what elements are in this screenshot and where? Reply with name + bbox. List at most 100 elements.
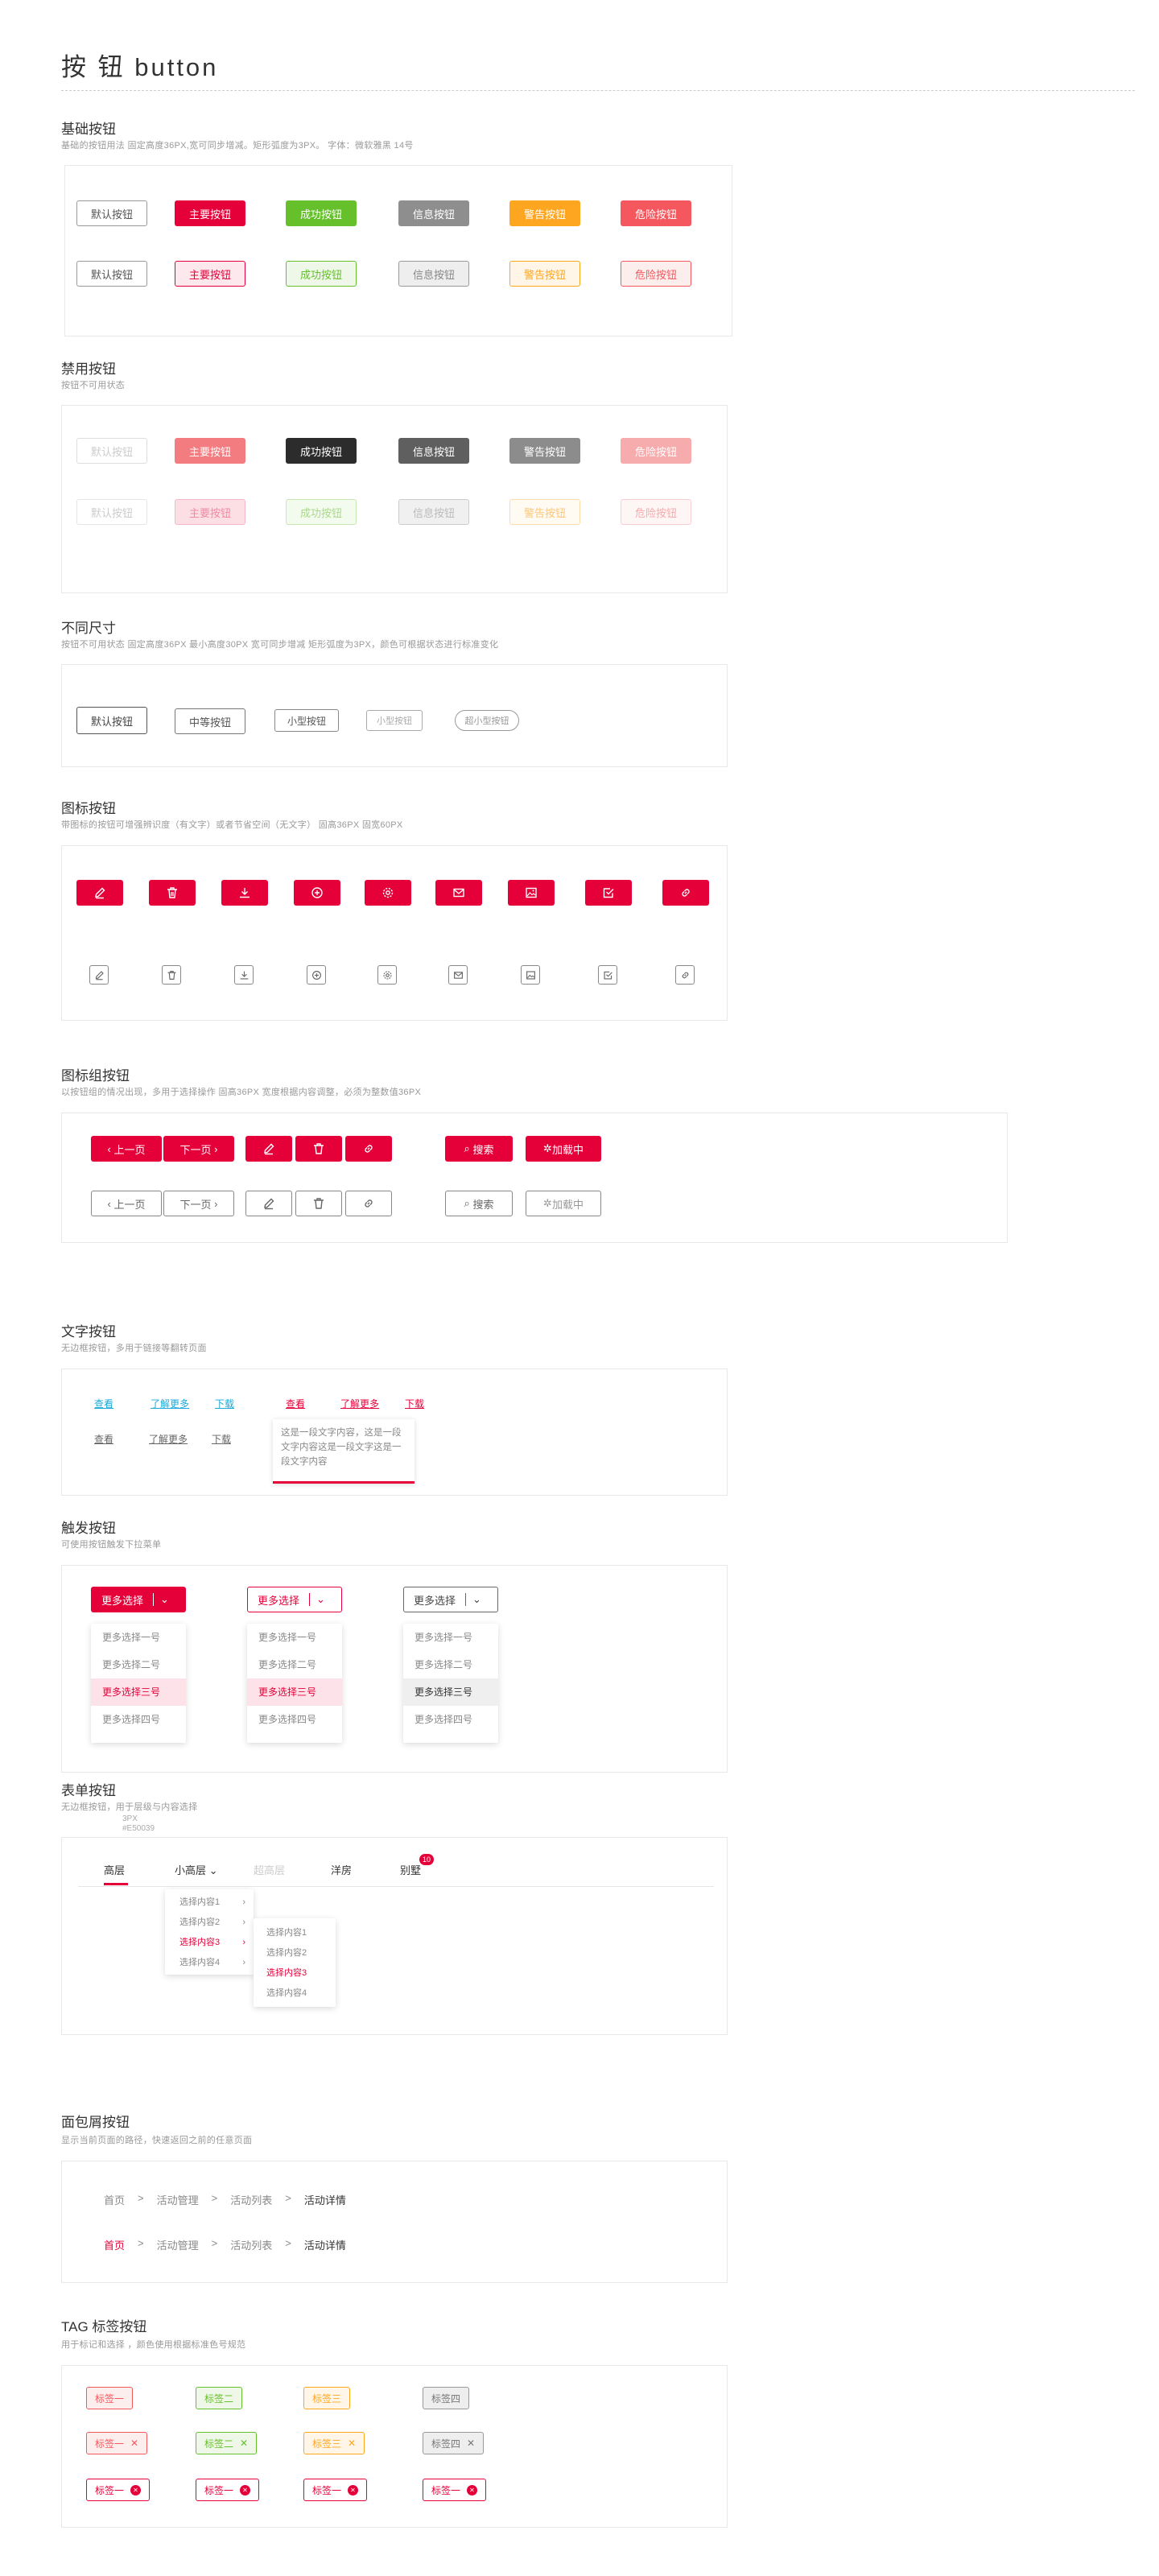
cascade-item[interactable]: 选择内容1 ›: [165, 1893, 254, 1913]
close-circle-icon[interactable]: ✕: [130, 2484, 142, 2496]
size-small-button[interactable]: 小型按钮: [274, 709, 339, 732]
breadcrumb-home[interactable]: 首页: [104, 2192, 125, 2207]
next-page-button[interactable]: 下一页 ›: [163, 1136, 234, 1162]
info-button[interactable]: 信息按钮: [398, 200, 469, 226]
tag-gray-closable[interactable]: 标签四 ✕: [423, 2432, 485, 2454]
breadcrumb-activity-manage[interactable]: 活动管理: [157, 2192, 199, 2207]
loading-button[interactable]: ✲ 加载中: [526, 1136, 601, 1162]
size-default-button[interactable]: 默认按钮: [76, 707, 147, 734]
tag-red-closable[interactable]: 标签一 ✕: [86, 2432, 148, 2454]
tab-villa[interactable]: 别墅: [400, 1862, 421, 1877]
view-link-primary[interactable]: 查看: [286, 1397, 305, 1410]
warning-plain-button[interactable]: 警告按钮: [509, 261, 580, 287]
breadcrumb-home[interactable]: 首页: [104, 2237, 125, 2252]
dropdown-item-active[interactable]: 更多选择三号: [403, 1678, 498, 1706]
check-icon-small-button[interactable]: [598, 965, 617, 985]
success-plain-button[interactable]: 成功按钮: [286, 261, 357, 287]
tag-red[interactable]: 标签一: [86, 2387, 134, 2409]
warning-button[interactable]: 警告按钮: [509, 200, 580, 226]
edit-icon-small-button[interactable]: [89, 965, 109, 985]
prev-page-button[interactable]: ‹ 上一页: [91, 1136, 162, 1162]
trash-icon-button[interactable]: [149, 880, 196, 906]
view-link[interactable]: 查看: [94, 1397, 113, 1410]
learn-more-link[interactable]: 了解更多: [151, 1397, 189, 1410]
size-mini-button[interactable]: 小型按钮: [366, 710, 423, 731]
dropdown-item[interactable]: 更多选择二号: [403, 1651, 498, 1678]
check-icon-button[interactable]: [585, 880, 632, 906]
dropdown-item[interactable]: 更多选择一号: [403, 1624, 498, 1651]
cascade-item[interactable]: 选择内容2 ›: [165, 1913, 254, 1933]
dropdown-item[interactable]: 更多选择四号: [91, 1706, 186, 1733]
mail-icon-button[interactable]: [435, 880, 482, 906]
breadcrumb-activity-list[interactable]: 活动列表: [230, 2237, 272, 2252]
dropdown-item[interactable]: 更多选择一号: [247, 1624, 342, 1651]
gear-icon-small-button[interactable]: [377, 965, 397, 985]
dropdown-item[interactable]: 更多选择一号: [91, 1624, 186, 1651]
cascade-item-active[interactable]: 选择内容3: [254, 1963, 336, 1984]
tag-green-closable[interactable]: 标签二 ✕: [196, 2432, 258, 2454]
dropdown-item-active[interactable]: 更多选择三号: [247, 1678, 342, 1706]
close-icon[interactable]: ✕: [240, 2438, 248, 2449]
cascade-item-active[interactable]: 选择内容3 ›: [165, 1933, 254, 1953]
tag-primary-closable[interactable]: 标签一 ✕: [86, 2479, 151, 2501]
more-select-button-plain[interactable]: 更多选择 ⌄: [247, 1587, 342, 1612]
group-trash-button[interactable]: [295, 1136, 342, 1162]
tab-house[interactable]: 洋房: [331, 1862, 352, 1877]
default-button[interactable]: 默认按钮: [76, 200, 147, 226]
learn-more-link-primary[interactable]: 了解更多: [340, 1397, 379, 1410]
view-link-default[interactable]: 查看: [94, 1432, 113, 1446]
image-icon-small-button[interactable]: [521, 965, 540, 985]
danger-button[interactable]: 危险按钮: [621, 200, 691, 226]
gear-icon-button[interactable]: [365, 880, 411, 906]
group-link-plain-button[interactable]: [345, 1191, 392, 1216]
dropdown-item[interactable]: 更多选择四号: [247, 1706, 342, 1733]
breadcrumb-activity-manage[interactable]: 活动管理: [157, 2237, 199, 2252]
size-round-button[interactable]: 超小型按钮: [455, 710, 519, 731]
info-plain-button[interactable]: 信息按钮: [398, 261, 469, 287]
download-icon-small-button[interactable]: [234, 965, 254, 985]
learn-more-link-default[interactable]: 了解更多: [149, 1432, 188, 1446]
primary-plain-button[interactable]: 主要按钮: [175, 261, 245, 287]
cascade-item[interactable]: 选择内容4: [254, 1984, 336, 2004]
group-link-button[interactable]: [345, 1136, 392, 1162]
tag-orange-closable[interactable]: 标签三 ✕: [303, 2432, 365, 2454]
cascade-item[interactable]: 选择内容2: [254, 1943, 336, 1963]
dropdown-item[interactable]: 更多选择二号: [91, 1651, 186, 1678]
close-circle-icon[interactable]: ✕: [467, 2484, 478, 2496]
trash-icon-small-button[interactable]: [162, 965, 181, 985]
more-select-button-default[interactable]: 更多选择 ⌄: [403, 1587, 498, 1612]
danger-plain-button[interactable]: 危险按钮: [621, 261, 691, 287]
size-medium-button[interactable]: 中等按钮: [175, 708, 245, 734]
tag-gray[interactable]: 标签四: [423, 2387, 470, 2409]
close-circle-icon[interactable]: ✕: [348, 2484, 359, 2496]
more-select-button-primary[interactable]: 更多选择 ⌄: [91, 1587, 186, 1612]
cascade-item[interactable]: 选择内容1: [254, 1923, 336, 1943]
download-link-primary[interactable]: 下载: [405, 1397, 424, 1410]
primary-button[interactable]: 主要按钮: [175, 200, 245, 226]
default-plain-button[interactable]: 默认按钮: [76, 261, 147, 287]
plus-circle-icon-small-button[interactable]: [307, 965, 326, 985]
tag-primary-closable[interactable]: 标签一 ✕: [303, 2479, 368, 2501]
success-button[interactable]: 成功按钮: [286, 200, 357, 226]
mail-icon-small-button[interactable]: [448, 965, 468, 985]
tag-green[interactable]: 标签二: [196, 2387, 243, 2409]
tag-primary-closable[interactable]: 标签一 ✕: [196, 2479, 260, 2501]
search-button[interactable]: ⌕ 搜索: [445, 1136, 513, 1162]
tab-high-rise[interactable]: 高层: [104, 1862, 125, 1877]
download-link-default[interactable]: 下载: [212, 1432, 231, 1446]
plus-circle-icon-button[interactable]: [294, 880, 340, 906]
close-icon[interactable]: ✕: [348, 2438, 356, 2449]
tag-primary-closable[interactable]: 标签一 ✕: [423, 2479, 487, 2501]
download-link[interactable]: 下载: [215, 1397, 234, 1410]
dropdown-item[interactable]: 更多选择四号: [403, 1706, 498, 1733]
group-edit-button[interactable]: [245, 1136, 292, 1162]
image-icon-button[interactable]: [508, 880, 555, 906]
download-icon-button[interactable]: [221, 880, 268, 906]
dropdown-item-active[interactable]: 更多选择三号: [91, 1678, 186, 1706]
search-plain-button[interactable]: ⌕ 搜索: [445, 1191, 513, 1216]
dropdown-item[interactable]: 更多选择二号: [247, 1651, 342, 1678]
close-icon[interactable]: ✕: [467, 2438, 475, 2449]
tag-orange[interactable]: 标签三: [303, 2387, 351, 2409]
tab-super-high-rise[interactable]: 超高层: [254, 1862, 285, 1877]
cascade-item[interactable]: 选择内容4 ›: [165, 1953, 254, 1973]
